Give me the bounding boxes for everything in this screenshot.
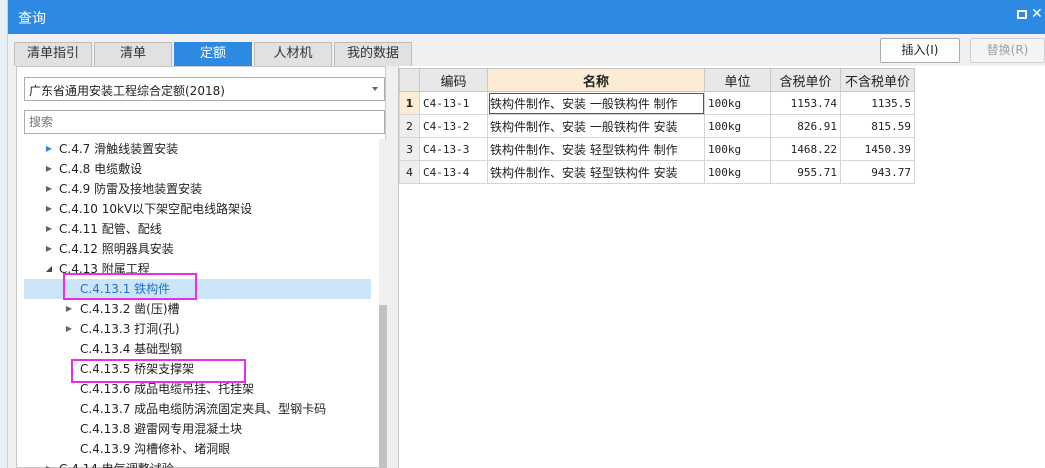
tree-item[interactable]: C.4.13.9 沟槽修补、堵洞眼 — [24, 439, 371, 459]
tab-list-guide[interactable]: 清单指引 — [14, 42, 92, 66]
cell-price-notax[interactable]: 815.59 — [840, 114, 915, 138]
cell-name[interactable]: 铁构件制作、安装 一般铁构件 制作 — [487, 91, 705, 115]
close-icon[interactable]: ✕ — [1031, 6, 1045, 22]
annotation-highlight-box — [63, 273, 197, 300]
scrollbar-thumb[interactable] — [379, 305, 387, 468]
table-row[interactable]: 1 C4-13-1 铁构件制作、安装 一般铁构件 制作 100kg 1153.7… — [399, 91, 915, 115]
expand-arrow-icon[interactable]: ▶ — [64, 319, 74, 339]
tree-item[interactable]: ▶ C.4.12 照明器具安装 — [24, 239, 371, 259]
table-row[interactable]: 3 C4-13-3 铁构件制作、安装 轻型铁构件 制作 100kg 1468.2… — [399, 137, 915, 161]
header-price-notax[interactable]: 不含税单价 — [840, 68, 915, 92]
tree-item[interactable]: ▶ C.4.8 电缆敷设 — [24, 159, 371, 179]
insert-button[interactable]: 插入(I) — [880, 38, 960, 63]
tree-item[interactable]: ▶ C.4.11 配管、配线 — [24, 219, 371, 239]
cell-unit[interactable]: 100kg — [704, 114, 771, 138]
cell-name[interactable]: 铁构件制作、安装 一般铁构件 安装 — [487, 114, 705, 138]
header-unit[interactable]: 单位 — [704, 68, 771, 92]
tree-item[interactable]: ▶ C.4.13.2 凿(压)槽 — [24, 299, 371, 319]
expand-arrow-icon[interactable]: ▶ — [44, 139, 54, 159]
cell-code[interactable]: C4-13-2 — [419, 114, 488, 138]
expand-arrow-icon[interactable]: ▶ — [44, 159, 54, 179]
expand-arrow-icon[interactable]: ▶ — [44, 459, 54, 468]
tree-item[interactable]: ▶ C.4.9 防雷及接地装置安装 — [24, 179, 371, 199]
table-row[interactable]: 2 C4-13-2 铁构件制作、安装 一般铁构件 安装 100kg 826.91… — [399, 114, 915, 138]
row-index: 1 — [399, 91, 420, 115]
replace-button[interactable]: 替换(R) — [970, 38, 1045, 63]
expand-arrow-icon[interactable]: ▶ — [44, 179, 54, 199]
cell-price-tax[interactable]: 955.71 — [770, 160, 841, 184]
cell-unit[interactable]: 100kg — [704, 160, 771, 184]
chevron-down-icon — [372, 87, 378, 91]
table-row[interactable]: 4 C4-13-4 铁构件制作、安装 轻型铁构件 安装 100kg 955.71… — [399, 160, 915, 184]
header-code[interactable]: 编码 — [419, 68, 488, 92]
title-bar[interactable]: 查询 ✕ — [8, 0, 1045, 34]
tree-scrollbar[interactable] — [379, 139, 387, 468]
quota-table: 编码 名称 单位 含税单价 不含税单价 1 C4-13-1 铁构件制作、安装 一… — [399, 68, 915, 184]
window-title: 查询 — [18, 11, 46, 27]
tree-item[interactable]: C.4.13.4 基础型钢 — [24, 339, 371, 359]
cell-name[interactable]: 铁构件制作、安装 轻型铁构件 制作 — [487, 137, 705, 161]
tree-item[interactable]: ▶ C.4.10 10kV以下架空配电线路架设 — [24, 199, 371, 219]
cell-name[interactable]: 铁构件制作、安装 轻型铁构件 安装 — [487, 160, 705, 184]
cell-code[interactable]: C4-13-1 — [419, 91, 488, 115]
tree-item[interactable]: C.4.13.8 避雷网专用混凝土块 — [24, 419, 371, 439]
cell-unit[interactable]: 100kg — [704, 91, 771, 115]
library-select-value: 广东省通用安装工程综合定额(2018) — [29, 84, 225, 98]
tab-quota[interactable]: 定额 — [174, 42, 252, 66]
expand-arrow-icon[interactable]: ▶ — [44, 219, 54, 239]
header-name[interactable]: 名称 — [487, 68, 705, 92]
tree-item[interactable]: ▶ C.4.14 电气调整试验 — [24, 459, 371, 468]
expand-arrow-icon[interactable]: ▶ — [64, 299, 74, 319]
tab-my-data[interactable]: 我的数据 — [334, 42, 412, 66]
annotation-highlight-box — [71, 359, 246, 383]
tree-item[interactable]: ▶ C.4.13.3 打洞(孔) — [24, 319, 371, 339]
tab-bar: 清单指引 清单 定额 人材机 我的数据 — [14, 42, 414, 66]
quota-grid-panel: 编码 名称 单位 含税单价 不含税单价 1 C4-13-1 铁构件制作、安装 一… — [398, 66, 1045, 468]
tree-item[interactable]: ▶ C.4.7 滑触线装置安装 — [24, 139, 371, 159]
header-price-tax[interactable]: 含税单价 — [770, 68, 841, 92]
cell-code[interactable]: C4-13-4 — [419, 160, 488, 184]
collapse-arrow-icon[interactable]: ◢ — [44, 259, 54, 279]
cell-price-tax[interactable]: 826.91 — [770, 114, 841, 138]
tab-labor-material-machine[interactable]: 人材机 — [254, 42, 332, 66]
cell-price-notax[interactable]: 1135.5 — [840, 91, 915, 115]
row-index: 3 — [399, 137, 420, 161]
library-select[interactable]: 广东省通用安装工程综合定额(2018) — [24, 77, 385, 101]
cell-price-tax[interactable]: 1153.74 — [770, 91, 841, 115]
cell-price-notax[interactable]: 1450.39 — [840, 137, 915, 161]
quota-tree: ▶ C.4.7 滑触线装置安装 ▶ C.4.8 电缆敷设 ▶ C.4.9 防雷及… — [24, 139, 371, 468]
table-header-row: 编码 名称 单位 含税单价 不含税单价 — [399, 68, 915, 92]
row-index: 4 — [399, 160, 420, 184]
cell-price-tax[interactable]: 1468.22 — [770, 137, 841, 161]
tree-item[interactable]: C.4.13.7 成品电缆防涡流固定夹具、型钢卡码 — [24, 399, 371, 419]
search-input[interactable] — [24, 110, 385, 134]
tree-panel: 广东省通用安装工程综合定额(2018) ▶ C.4.7 滑触线装置安装 ▶ C.… — [16, 66, 387, 468]
expand-arrow-icon[interactable]: ▶ — [44, 199, 54, 219]
cell-unit[interactable]: 100kg — [704, 137, 771, 161]
maximize-icon[interactable] — [1017, 10, 1027, 19]
row-index: 2 — [399, 114, 420, 138]
query-dialog: 查询 ✕ 清单指引 清单 定额 人材机 我的数据 插入(I) 替换(R) 广东省… — [8, 0, 1045, 468]
header-index — [399, 68, 420, 92]
background-window-edge — [0, 0, 8, 468]
cell-price-notax[interactable]: 943.77 — [840, 160, 915, 184]
tab-list[interactable]: 清单 — [94, 42, 172, 66]
expand-arrow-icon[interactable]: ▶ — [44, 239, 54, 259]
cell-code[interactable]: C4-13-3 — [419, 137, 488, 161]
